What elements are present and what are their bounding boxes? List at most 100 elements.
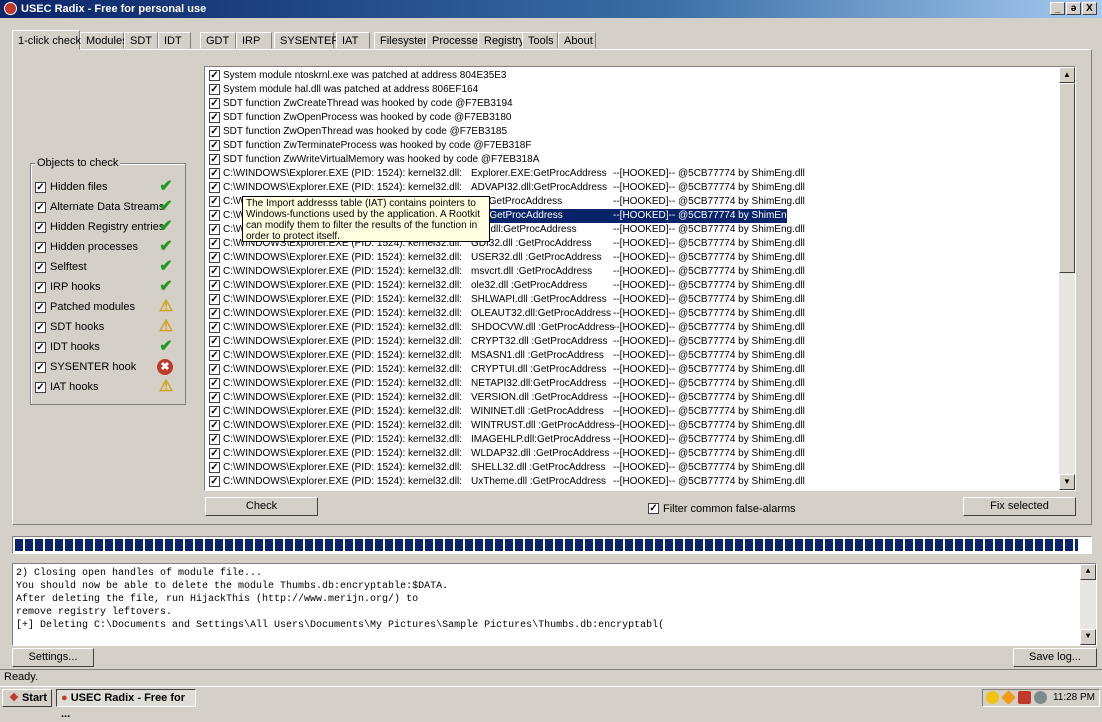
object-checkbox[interactable]: ✓: [35, 382, 46, 393]
row-checkbox[interactable]: ✓: [209, 392, 220, 403]
tab-gdt[interactable]: GDT: [200, 32, 236, 49]
object-checkbox[interactable]: ✓: [35, 282, 46, 293]
check-button[interactable]: Check: [205, 497, 318, 516]
result-row[interactable]: ✓C:\WINDOWS\Explorer.EXE (PID: 1524): ke…: [209, 349, 1059, 363]
object-item[interactable]: ✓ Hidden Registry entries ✔: [35, 218, 179, 238]
row-checkbox[interactable]: ✓: [209, 126, 220, 137]
result-row[interactable]: ✓C:\WINDOWS\Explorer.EXE (PID: 1524): ke…: [209, 265, 1059, 279]
row-checkbox[interactable]: ✓: [209, 182, 220, 193]
result-row[interactable]: ✓C:\WINDOWS\Explorer.EXE (PID: 1524): ke…: [209, 167, 1059, 181]
tab-tools[interactable]: Tools: [522, 32, 558, 49]
row-checkbox[interactable]: ✓: [209, 294, 220, 305]
row-checkbox[interactable]: ✓: [209, 266, 220, 277]
log-output[interactable]: 2) Closing open handles of module file..…: [12, 563, 1097, 646]
result-row[interactable]: ✓C:\WINDOWS\Explorer.EXE (PID: 1524): ke…: [209, 447, 1059, 461]
row-checkbox[interactable]: ✓: [209, 448, 220, 459]
object-item[interactable]: ✓ Selftest ✔: [35, 258, 179, 278]
results-scrollbar[interactable]: ▲ ▼: [1059, 67, 1075, 490]
network-tray-icon[interactable]: [1034, 691, 1047, 704]
row-checkbox[interactable]: ✓: [209, 420, 220, 431]
result-row[interactable]: ✓C:\WINDOWS\Explorer.EXE (PID: 1524): ke…: [209, 391, 1059, 405]
result-row[interactable]: ✓C:\WINDOWS\Explorer.EXE (PID: 1524): ke…: [209, 377, 1059, 391]
object-item[interactable]: ✓ IDT hooks ✔: [35, 338, 179, 358]
object-checkbox[interactable]: ✓: [35, 242, 46, 253]
scroll-up-icon[interactable]: ▲: [1059, 67, 1075, 83]
row-checkbox[interactable]: ✓: [209, 252, 220, 263]
result-row[interactable]: ✓C:\WINDOWS\Explorer.EXE (PID: 1524): ke…: [209, 279, 1059, 293]
object-checkbox[interactable]: ✓: [35, 362, 46, 373]
result-row[interactable]: ✓C:\WINDOWS\Explorer.EXE (PID: 1524): ke…: [209, 321, 1059, 335]
object-checkbox[interactable]: ✓: [35, 322, 46, 333]
tab-sysenter[interactable]: SYSENTER: [274, 32, 339, 49]
result-row[interactable]: ✓ System module ntoskrnl.exe was patched …: [209, 69, 1059, 83]
tab-1-click-check[interactable]: 1-click check: [12, 30, 81, 50]
results-list[interactable]: ✓ System module ntoskrnl.exe was patched …: [204, 66, 1076, 491]
row-checkbox[interactable]: ✓: [209, 378, 220, 389]
result-row[interactable]: ✓C:\WINDOWS\Explorer.EXE (PID: 1524): ke…: [209, 433, 1059, 447]
row-checkbox[interactable]: ✓: [209, 98, 220, 109]
object-item[interactable]: ✓ SYSENTER hook ✖: [35, 358, 179, 378]
row-checkbox[interactable]: ✓: [209, 364, 220, 375]
taskbar-item-usec-radix[interactable]: ● USEC Radix - Free for ...: [56, 689, 196, 720]
row-checkbox[interactable]: ✓: [209, 476, 220, 487]
row-checkbox[interactable]: ✓: [209, 406, 220, 417]
tab-irp[interactable]: IRP: [236, 32, 272, 49]
object-item[interactable]: ✓ Hidden processes ✔: [35, 238, 179, 258]
row-checkbox[interactable]: ✓: [209, 308, 220, 319]
scroll-down-icon[interactable]: ▼: [1059, 474, 1075, 490]
tab-registry[interactable]: Registry: [478, 32, 524, 49]
row-checkbox[interactable]: ✓: [209, 140, 220, 151]
fix-selected-button[interactable]: Fix selected: [963, 497, 1076, 516]
row-checkbox[interactable]: ✓: [209, 280, 220, 291]
object-checkbox[interactable]: ✓: [35, 302, 46, 313]
result-row[interactable]: ✓C:\WINDOWS\Explorer.EXE (PID: 1524): ke…: [209, 475, 1059, 489]
log-scroll-down-icon[interactable]: ▼: [1080, 629, 1096, 645]
row-checkbox[interactable]: ✓: [209, 336, 220, 347]
tab-processes[interactable]: Processes: [426, 32, 486, 49]
tab-filesystem[interactable]: Filesystem: [374, 32, 434, 49]
object-checkbox[interactable]: ✓: [35, 202, 46, 213]
result-row[interactable]: ✓C:\WINDOWS\Explorer.EXE (PID: 1524): ke…: [209, 405, 1059, 419]
row-checkbox[interactable]: ✓: [209, 322, 220, 333]
row-checkbox[interactable]: ✓: [209, 196, 220, 207]
object-item[interactable]: ✓ IAT hooks ⚠: [35, 378, 179, 398]
log-scrollbar[interactable]: ▲ ▼: [1080, 564, 1096, 645]
tab-modules[interactable]: Modules: [80, 32, 128, 49]
object-item[interactable]: ✓ Alternate Data Streams ✔: [35, 198, 179, 218]
tab-idt[interactable]: IDT: [158, 32, 191, 49]
row-checkbox[interactable]: ✓: [209, 462, 220, 473]
row-checkbox[interactable]: ✓: [209, 84, 220, 95]
row-checkbox[interactable]: ✓: [209, 350, 220, 361]
maximize-button[interactable]: ə: [1066, 2, 1081, 15]
result-row[interactable]: ✓C:\WINDOWS\Explorer.EXE (PID: 1524): ke…: [209, 307, 1059, 321]
log-scroll-up-icon[interactable]: ▲: [1080, 564, 1096, 580]
row-checkbox[interactable]: ✓: [209, 154, 220, 165]
row-checkbox[interactable]: ✓: [209, 224, 220, 235]
object-item[interactable]: ✓ Hidden files ✔: [35, 178, 179, 198]
minimize-button[interactable]: _: [1050, 2, 1065, 15]
result-row[interactable]: ✓ SDT function ZwCreateThread was hooked …: [209, 97, 1059, 111]
result-row[interactable]: ✓C:\WINDOWS\Explorer.EXE (PID: 1524): ke…: [209, 251, 1059, 265]
result-row[interactable]: ✓ SDT function ZwOpenProcess was hooked b…: [209, 111, 1059, 125]
result-row[interactable]: ✓ SDT function ZwWriteVirtualMemory was h…: [209, 153, 1059, 167]
result-row[interactable]: ✓C:\WINDOWS\Explorer.EXE (PID: 1524): ke…: [209, 293, 1059, 307]
scroll-thumb[interactable]: [1059, 83, 1075, 273]
tab-iat[interactable]: IAT: [336, 32, 370, 49]
close-button[interactable]: X: [1082, 2, 1097, 15]
shield-tray-icon[interactable]: [1001, 690, 1016, 705]
result-row[interactable]: ✓C:\WINDOWS\Explorer.EXE (PID: 1524): ke…: [209, 461, 1059, 475]
result-row[interactable]: ✓C:\WINDOWS\Explorer.EXE (PID: 1524): ke…: [209, 335, 1059, 349]
object-checkbox[interactable]: ✓: [35, 222, 46, 233]
alert-tray-icon[interactable]: [1018, 691, 1031, 704]
row-checkbox[interactable]: ✓: [209, 70, 220, 81]
row-checkbox[interactable]: ✓: [209, 210, 220, 221]
result-row[interactable]: ✓C:\WINDOWS\Explorer.EXE (PID: 1524): ke…: [209, 181, 1059, 195]
object-checkbox[interactable]: ✓: [35, 262, 46, 273]
result-row[interactable]: ✓C:\WINDOWS\Explorer.EXE (PID: 1524): ke…: [209, 363, 1059, 377]
settings-button[interactable]: Settings...: [12, 648, 94, 667]
start-button[interactable]: ❖ Start: [2, 689, 52, 707]
object-checkbox[interactable]: ✓: [35, 342, 46, 353]
row-checkbox[interactable]: ✓: [209, 168, 220, 179]
row-checkbox[interactable]: ✓: [209, 434, 220, 445]
object-checkbox[interactable]: ✓: [35, 182, 46, 193]
